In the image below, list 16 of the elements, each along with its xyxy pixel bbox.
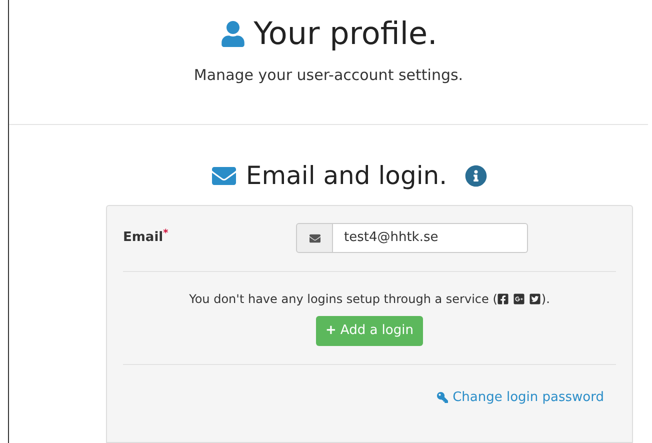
service-text: ). [541, 290, 550, 308]
change-password-link[interactable]: Change login password [436, 388, 604, 408]
field-label: Email$^{*}$ [123, 228, 170, 248]
add-login-button[interactable]: + Add a login [316, 316, 424, 346]
key-icon [436, 392, 448, 403]
google-plus-icon[interactable] [513, 292, 526, 304]
envelope-icon [308, 232, 320, 244]
facebook-icon[interactable] [497, 292, 510, 304]
email-field[interactable]: test4@hhtk.se [333, 223, 528, 253]
page-subtitle: Manage your user-account settings. [194, 65, 464, 86]
twitter-icon[interactable] [529, 292, 542, 304]
section-title: Email and login. [246, 160, 448, 192]
user-icon [220, 21, 246, 47]
info-icon[interactable] [465, 164, 488, 187]
page-title: Your profile. [254, 15, 438, 54]
service-text: You don't have any logins setup through a service ( [189, 290, 498, 308]
